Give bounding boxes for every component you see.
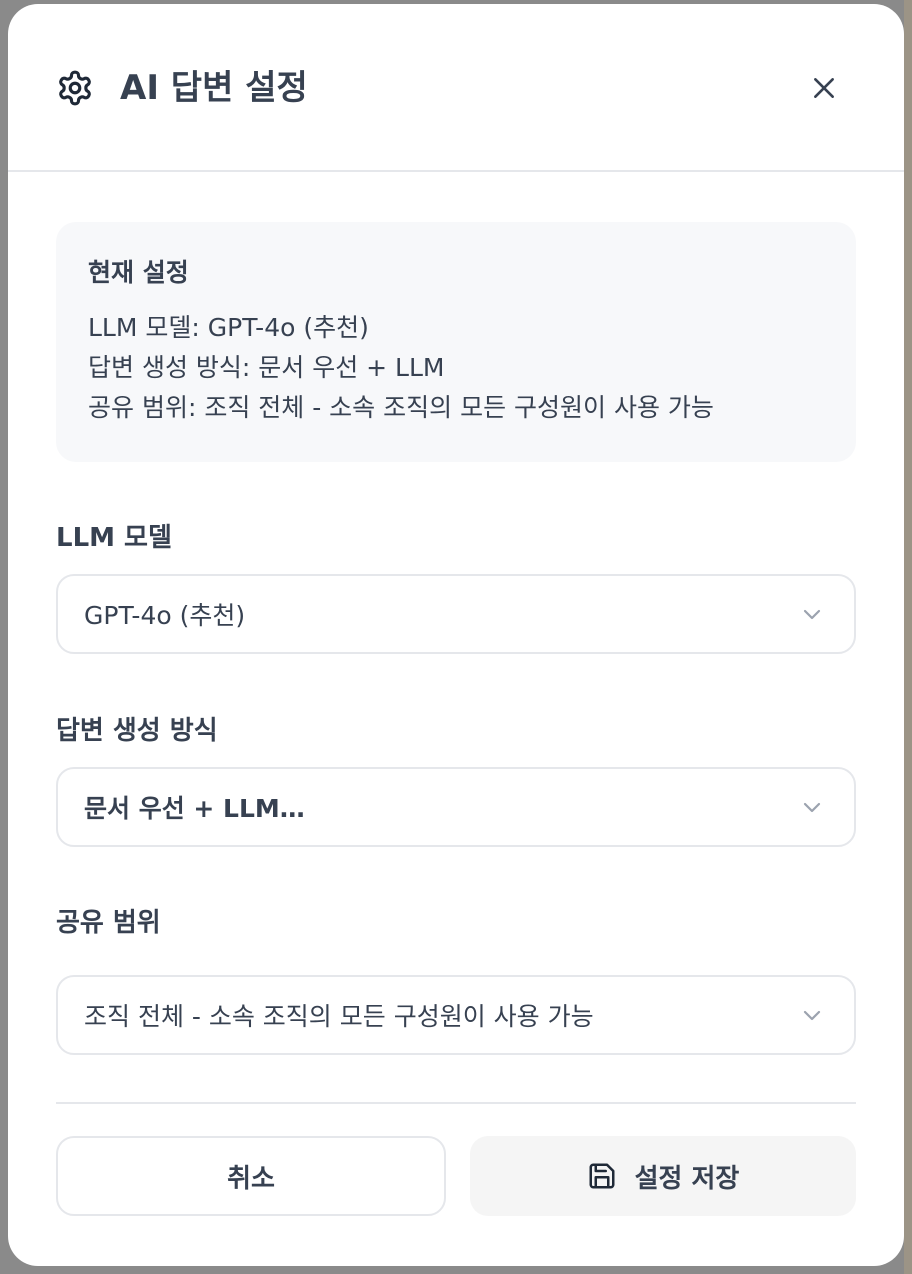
summary-scope-line: 공유 범위: 조직 전체 - 소속 조직의 모든 구성원이 사용 가능 [88,393,714,422]
summary-model-line: LLM 모델: GPT-4o (추천) [88,313,369,342]
mode-select-value: 문서 우선 + LLM… [84,794,305,823]
chevron-down-icon [803,609,821,620]
close-button[interactable] [804,68,844,108]
ai-settings-dialog: AI 답변 설정 현재 설정 LLM 모델: GPT-4o (추천) 답변 생성… [8,4,904,1266]
floppy-disk-icon [589,1163,615,1189]
save-button-label: 설정 저장 [634,1163,740,1194]
scope-label: 공유 범위 [56,908,161,938]
scope-select-value: 조직 전체 - 소속 조직의 모든 구성원이 사용 가능 [84,1002,594,1031]
current-settings-summary: 현재 설정 LLM 모델: GPT-4o (추천) 답변 생성 방식: 문서 우… [56,222,856,462]
save-settings-button[interactable]: 설정 저장 [470,1136,856,1216]
close-icon [814,78,834,98]
summary-title: 현재 설정 [88,258,189,287]
chevron-down-icon [803,1010,821,1021]
gear-icon [59,70,91,106]
cancel-button[interactable]: 취소 [56,1136,446,1216]
backdrop [904,0,912,1274]
mode-select[interactable]: 문서 우선 + LLM… [56,767,856,847]
model-select[interactable]: GPT-4o (추천) [56,574,856,654]
mode-label: 답변 생성 방식 [56,716,218,746]
model-label: LLM 모델 [56,523,172,553]
footer-divider [56,1102,856,1104]
cancel-button-label: 취소 [227,1163,275,1194]
summary-mode-line: 답변 생성 방식: 문서 우선 + LLM [88,353,445,382]
dialog-header: AI 답변 설정 [8,4,904,172]
chevron-down-icon [803,802,821,813]
model-select-value: GPT-4o (추천) [84,601,246,630]
dialog-title: AI 답변 설정 [120,68,308,108]
scope-select[interactable]: 조직 전체 - 소속 조직의 모든 구성원이 사용 가능 [56,975,856,1055]
